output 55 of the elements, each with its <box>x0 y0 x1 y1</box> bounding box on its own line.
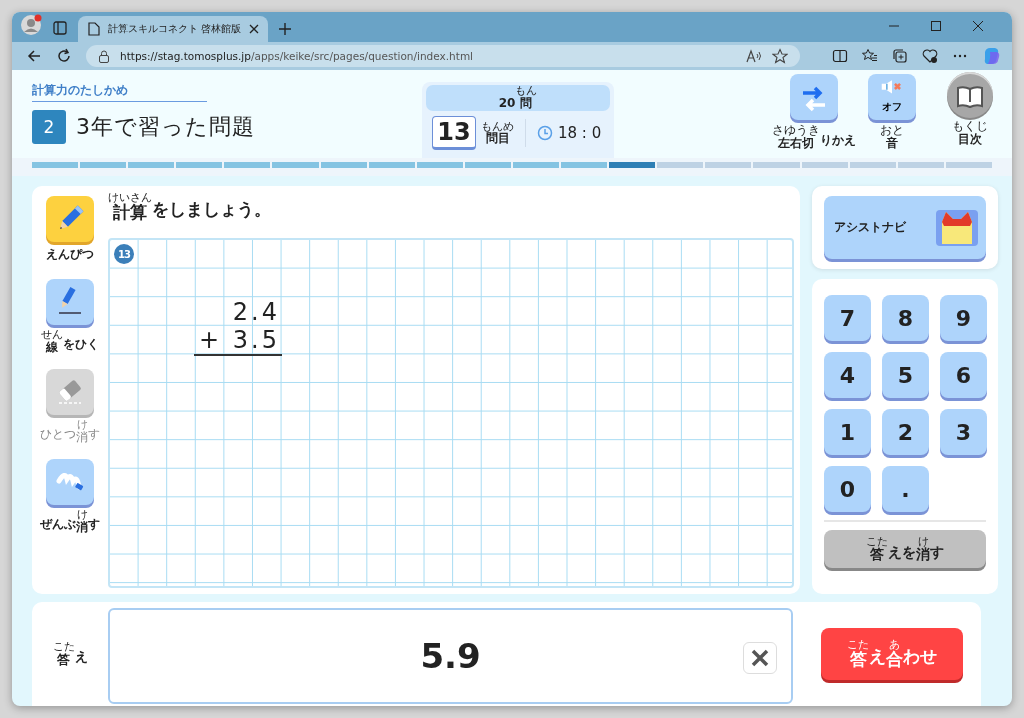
number-key[interactable]: 9 <box>940 295 987 341</box>
number-key[interactable]: . <box>882 466 929 512</box>
back-icon[interactable] <box>26 48 42 64</box>
total-count: 20 もん 問 <box>426 85 610 111</box>
favorites-icon[interactable] <box>862 48 878 64</box>
clear-field-button[interactable] <box>743 642 777 674</box>
star-icon[interactable] <box>772 48 788 64</box>
clock-icon <box>537 125 553 141</box>
close-icon[interactable] <box>972 20 984 32</box>
number-key[interactable]: 7 <box>824 295 871 341</box>
number-key[interactable]: 8 <box>882 295 929 341</box>
refresh-icon[interactable] <box>56 48 72 64</box>
new-tab-icon[interactable] <box>278 22 292 36</box>
split-screen-icon[interactable] <box>832 48 848 64</box>
tab-title: 計算スキルコネクト 啓林館版 <box>108 22 242 36</box>
pencil-tool-button[interactable] <box>46 196 94 242</box>
sound-button[interactable]: オフ <box>868 74 916 120</box>
line-tool-button[interactable] <box>46 279 94 325</box>
button-label: おと 音 <box>880 124 904 150</box>
close-icon[interactable] <box>249 24 260 34</box>
assist-navi-button[interactable]: アシストナビ <box>824 196 986 259</box>
heart-icon[interactable] <box>922 48 938 64</box>
tab-actions-icon[interactable] <box>52 20 68 36</box>
question-number: 13 <box>432 116 476 150</box>
browser-tab[interactable]: 計算スキルコネクト 啓林館版 <box>78 16 268 42</box>
collections-icon[interactable] <box>892 48 908 64</box>
section-title: 3年で習った問題 <box>76 113 255 141</box>
read-aloud-icon[interactable] <box>746 49 762 63</box>
number-key[interactable]: 0 <box>824 466 871 512</box>
problem-line: 2.4 <box>231 298 281 326</box>
tool-label: えんぴつ <box>46 246 94 263</box>
number-key[interactable]: 2 <box>882 409 929 455</box>
lock-icon <box>98 49 110 63</box>
category-label: 計算力のたしかめ <box>32 82 207 102</box>
question-unit: もんめ 問目 <box>481 120 514 146</box>
timer-text: 18 : 0 <box>558 124 602 142</box>
url-text: https://stag.tomosplus.jp/apps/keike/src/pages/question/index.html <box>120 50 474 62</box>
section-number: 2 <box>32 110 66 144</box>
problem-line: + 3.5 <box>194 326 282 356</box>
number-key[interactable]: 5 <box>882 352 929 398</box>
close-icon <box>751 649 769 667</box>
number-key[interactable]: 3 <box>940 409 987 455</box>
contents-button[interactable] <box>947 72 993 118</box>
number-key[interactable]: 6 <box>940 352 987 398</box>
number-key[interactable]: 1 <box>824 409 871 455</box>
maximize-icon[interactable] <box>930 20 942 32</box>
address-field[interactable]: https://stag.tomosplus.jp/apps/keike/src/pages/question/index.html <box>86 45 800 67</box>
swap-button[interactable] <box>790 74 838 120</box>
number-key[interactable]: 4 <box>824 352 871 398</box>
clear-tool-button[interactable] <box>46 459 94 506</box>
answer-field[interactable]: 5.9 <box>108 608 793 704</box>
page-icon <box>88 22 100 36</box>
problem-number-badge: 13 <box>114 244 134 264</box>
button-label: もくじ 目次 <box>952 120 988 146</box>
avatar-icon[interactable] <box>20 14 42 36</box>
